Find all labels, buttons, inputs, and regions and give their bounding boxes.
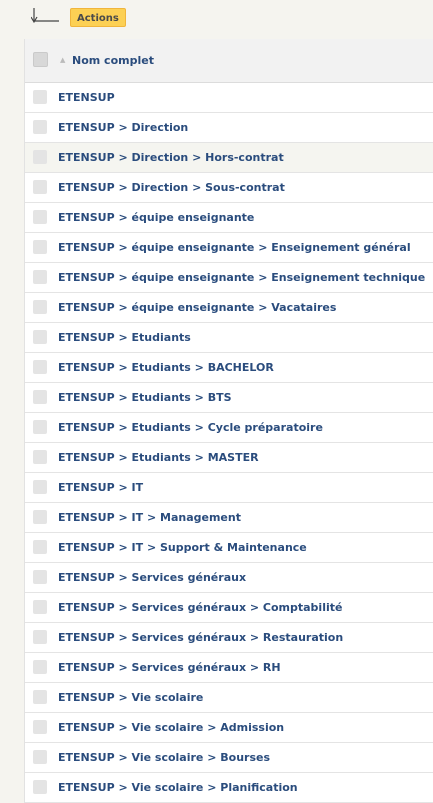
group-name-link[interactable]: ETENSUP > Etudiants bbox=[58, 323, 191, 353]
select-all-checkbox[interactable] bbox=[33, 52, 48, 67]
row-checkbox[interactable] bbox=[33, 180, 47, 194]
row-checkbox[interactable] bbox=[33, 210, 47, 224]
group-name-link[interactable]: ETENSUP > équipe enseignante bbox=[58, 203, 254, 233]
row-checkbox[interactable] bbox=[33, 450, 47, 464]
table-row: ETENSUP > Vie scolaire > Admission bbox=[25, 713, 433, 743]
group-name-link[interactable]: ETENSUP > équipe enseignante > Vacataire… bbox=[58, 293, 336, 323]
row-checkbox[interactable] bbox=[33, 540, 47, 554]
table-row: ETENSUP > IT bbox=[25, 473, 433, 503]
table-header: ▲ Nom complet bbox=[25, 39, 433, 83]
table-row: ETENSUP > Services généraux > RH bbox=[25, 653, 433, 683]
group-name-link[interactable]: ETENSUP > Services généraux > Restaurati… bbox=[58, 623, 343, 653]
table-row: ETENSUP > Etudiants > Cycle préparatoire bbox=[25, 413, 433, 443]
row-checkbox[interactable] bbox=[33, 480, 47, 494]
group-name-link[interactable]: ETENSUP > Etudiants > Cycle préparatoire bbox=[58, 413, 323, 443]
row-checkbox[interactable] bbox=[33, 240, 47, 254]
table-row: ETENSUP > Etudiants > BACHELOR bbox=[25, 353, 433, 383]
group-name-link[interactable]: ETENSUP > Vie scolaire > Planification bbox=[58, 773, 298, 803]
row-checkbox[interactable] bbox=[33, 570, 47, 584]
group-name-link[interactable]: ETENSUP > Etudiants > BTS bbox=[58, 383, 232, 413]
row-checkbox[interactable] bbox=[33, 690, 47, 704]
table-row: ETENSUP > Vie scolaire bbox=[25, 683, 433, 713]
group-name-link[interactable]: ETENSUP > Direction > Hors-contrat bbox=[58, 143, 284, 173]
group-name-link[interactable]: ETENSUP > Direction > Sous-contrat bbox=[58, 173, 285, 203]
group-name-link[interactable]: ETENSUP > équipe enseignante > Enseignem… bbox=[58, 263, 425, 293]
table-row: ETENSUP > équipe enseignante > Enseignem… bbox=[25, 263, 433, 293]
row-checkbox[interactable] bbox=[33, 90, 47, 104]
table-row: ETENSUP > équipe enseignante > Vacataire… bbox=[25, 293, 433, 323]
group-name-link[interactable]: ETENSUP > Services généraux bbox=[58, 563, 246, 593]
table-row: ETENSUP > Etudiants bbox=[25, 323, 433, 353]
groups-table: ▲ Nom complet ETENSUP ETENSUP > Directio… bbox=[24, 39, 433, 803]
actions-toolbar: Actions bbox=[0, 0, 433, 38]
row-checkbox[interactable] bbox=[33, 270, 47, 284]
row-checkbox[interactable] bbox=[33, 510, 47, 524]
table-row: ETENSUP > Services généraux > Restaurati… bbox=[25, 623, 433, 653]
row-checkbox[interactable] bbox=[33, 660, 47, 674]
row-checkbox[interactable] bbox=[33, 300, 47, 314]
group-name-link[interactable]: ETENSUP > Vie scolaire > Bourses bbox=[58, 743, 270, 773]
group-name-link[interactable]: ETENSUP > Vie scolaire bbox=[58, 683, 203, 713]
table-row: ETENSUP > Etudiants > MASTER bbox=[25, 443, 433, 473]
row-checkbox[interactable] bbox=[33, 120, 47, 134]
group-name-link[interactable]: ETENSUP > équipe enseignante > Enseignem… bbox=[58, 233, 411, 263]
group-name-link[interactable]: ETENSUP > Etudiants > MASTER bbox=[58, 443, 259, 473]
row-checkbox[interactable] bbox=[33, 420, 47, 434]
table-body: ETENSUP ETENSUP > Direction ETENSUP > Di… bbox=[25, 83, 433, 803]
sort-ascending-icon[interactable]: ▲ bbox=[60, 56, 65, 64]
row-checkbox[interactable] bbox=[33, 150, 47, 164]
table-row: ETENSUP bbox=[25, 83, 433, 113]
group-name-link[interactable]: ETENSUP > Vie scolaire > Admission bbox=[58, 713, 284, 743]
table-row: ETENSUP > Direction > Sous-contrat bbox=[25, 173, 433, 203]
actions-button[interactable]: Actions bbox=[70, 8, 126, 27]
group-name-link[interactable]: ETENSUP > Services généraux > RH bbox=[58, 653, 281, 683]
row-checkbox[interactable] bbox=[33, 780, 47, 794]
group-name-link[interactable]: ETENSUP > Services généraux > Comptabili… bbox=[58, 593, 342, 623]
table-row: ETENSUP > Vie scolaire > Planification bbox=[25, 773, 433, 803]
table-row: ETENSUP > Services généraux bbox=[25, 563, 433, 593]
group-name-link[interactable]: ETENSUP bbox=[58, 83, 115, 113]
table-row: ETENSUP > Direction > Hors-contrat bbox=[25, 143, 433, 173]
table-row: ETENSUP > Etudiants > BTS bbox=[25, 383, 433, 413]
group-name-link[interactable]: ETENSUP > IT > Management bbox=[58, 503, 241, 533]
table-row: ETENSUP > équipe enseignante bbox=[25, 203, 433, 233]
group-name-link[interactable]: ETENSUP > IT bbox=[58, 473, 143, 503]
select-arrow-icon bbox=[31, 8, 59, 24]
table-row: ETENSUP > IT > Support & Maintenance bbox=[25, 533, 433, 563]
table-row: ETENSUP > IT > Management bbox=[25, 503, 433, 533]
table-row: ETENSUP > équipe enseignante > Enseignem… bbox=[25, 233, 433, 263]
row-checkbox[interactable] bbox=[33, 720, 47, 734]
row-checkbox[interactable] bbox=[33, 750, 47, 764]
row-checkbox[interactable] bbox=[33, 630, 47, 644]
table-row: ETENSUP > Direction bbox=[25, 113, 433, 143]
table-row: ETENSUP > Services généraux > Comptabili… bbox=[25, 593, 433, 623]
group-name-link[interactable]: ETENSUP > Direction bbox=[58, 113, 188, 143]
row-checkbox[interactable] bbox=[33, 330, 47, 344]
row-checkbox[interactable] bbox=[33, 600, 47, 614]
table-row: ETENSUP > Vie scolaire > Bourses bbox=[25, 743, 433, 773]
group-name-link[interactable]: ETENSUP > IT > Support & Maintenance bbox=[58, 533, 307, 563]
row-checkbox[interactable] bbox=[33, 390, 47, 404]
column-header-nom-complet[interactable]: Nom complet bbox=[72, 39, 154, 83]
row-checkbox[interactable] bbox=[33, 360, 47, 374]
group-name-link[interactable]: ETENSUP > Etudiants > BACHELOR bbox=[58, 353, 274, 383]
